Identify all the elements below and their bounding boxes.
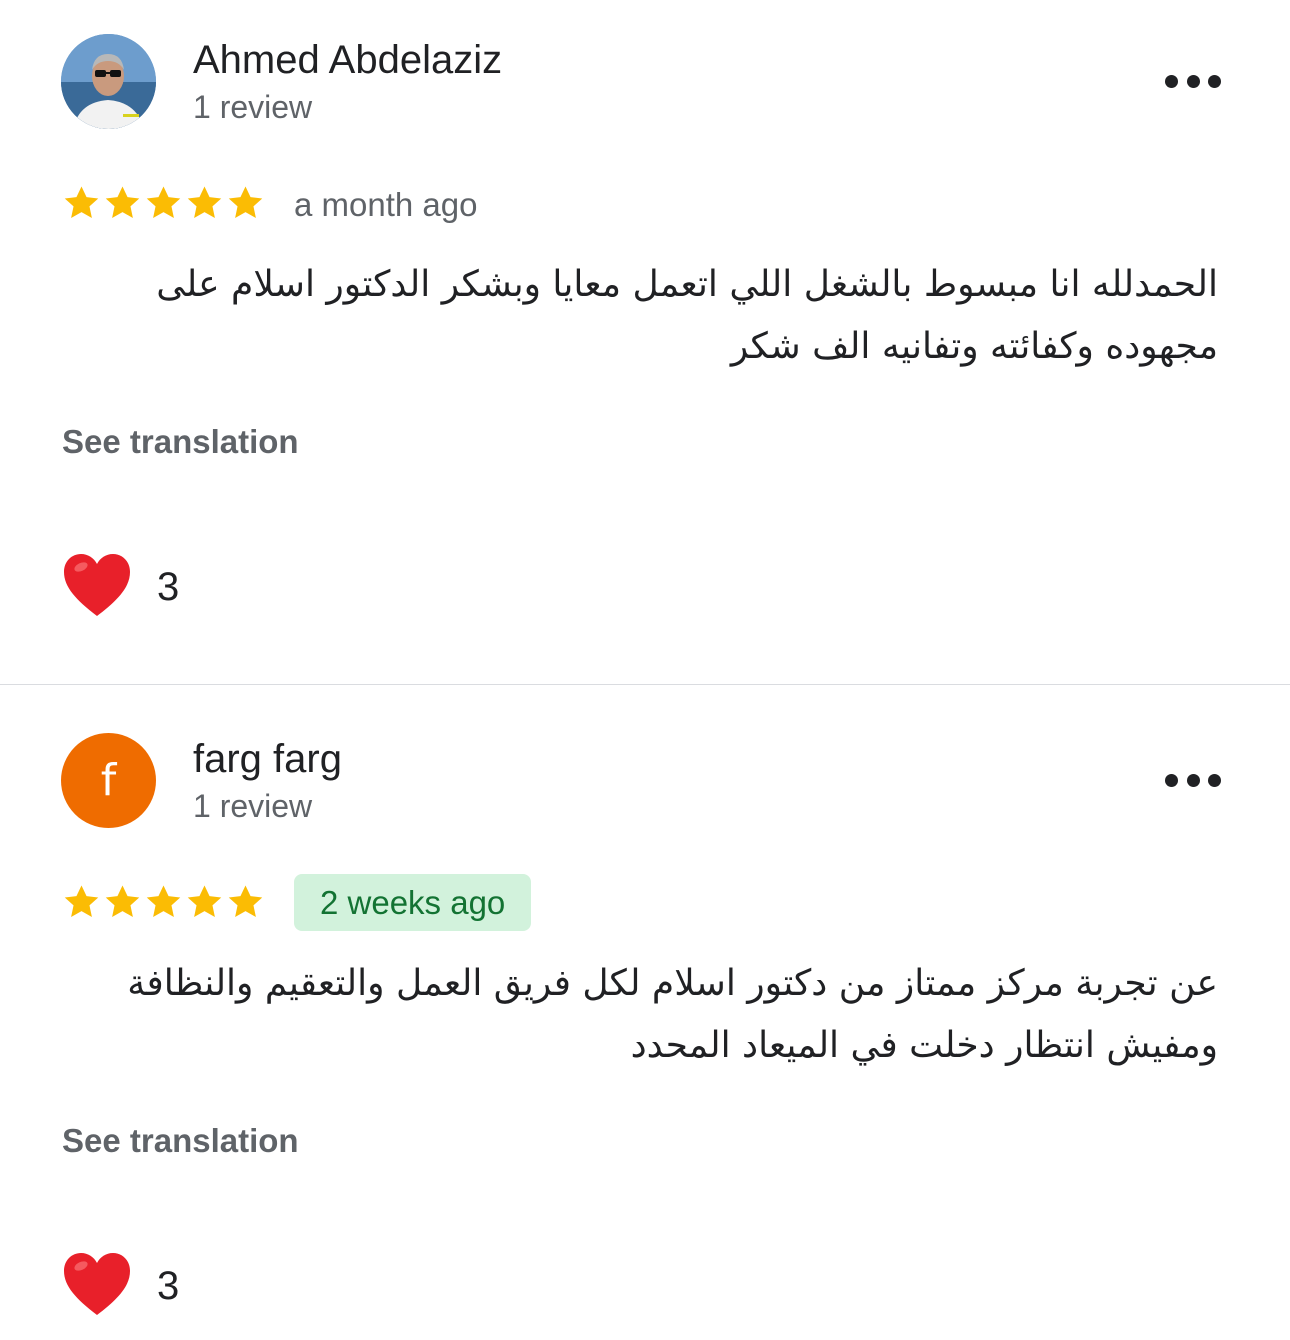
star-icon <box>105 885 140 917</box>
star-rating <box>62 883 265 922</box>
more-horiz-icon <box>1165 773 1178 787</box>
see-translation-link[interactable]: See translation <box>62 423 299 461</box>
like-count: 3 <box>157 1264 180 1308</box>
author-name[interactable]: Ahmed Abdelaziz <box>193 38 502 83</box>
more-options-button[interactable] <box>1165 66 1221 96</box>
like-count: 3 <box>157 565 180 609</box>
star-rating <box>62 184 265 223</box>
avatar-photo-icon <box>61 34 156 129</box>
more-horiz-icon <box>1165 74 1178 88</box>
star-icon <box>146 885 181 917</box>
star-icon <box>64 186 99 218</box>
review-text: عن تجربة مركز ممتاز من دكتور اسلام لكل ف… <box>127 963 1218 1066</box>
heart-reaction-icon[interactable] <box>62 552 132 618</box>
avatar[interactable] <box>61 34 156 129</box>
star-icon <box>146 186 181 218</box>
review-card: Ahmed Abdelaziz 1 review a month ago الح… <box>0 0 1290 684</box>
heart-reaction-icon[interactable] <box>62 1251 132 1317</box>
star-icon <box>228 186 263 218</box>
review-time-badge: 2 weeks ago <box>294 874 532 931</box>
more-options-button[interactable] <box>1165 765 1221 795</box>
star-icon <box>187 885 222 917</box>
star-icon <box>105 186 140 218</box>
star-icon <box>64 885 99 917</box>
review-count: 1 review <box>193 89 313 125</box>
author-name[interactable]: farg farg <box>193 737 342 782</box>
star-icon <box>228 885 263 917</box>
star-icon <box>187 186 222 218</box>
review-time: a month ago <box>294 186 478 223</box>
see-translation-link[interactable]: See translation <box>62 1122 299 1160</box>
avatar[interactable]: f <box>61 733 156 828</box>
review-count: 1 review <box>193 788 313 824</box>
review-text: الحمدلله انا مبسوط بالشغل اللي اتعمل معا… <box>156 264 1218 367</box>
review-card: f farg farg 1 review 2 weeks ago عن تجرب… <box>0 685 1290 1340</box>
